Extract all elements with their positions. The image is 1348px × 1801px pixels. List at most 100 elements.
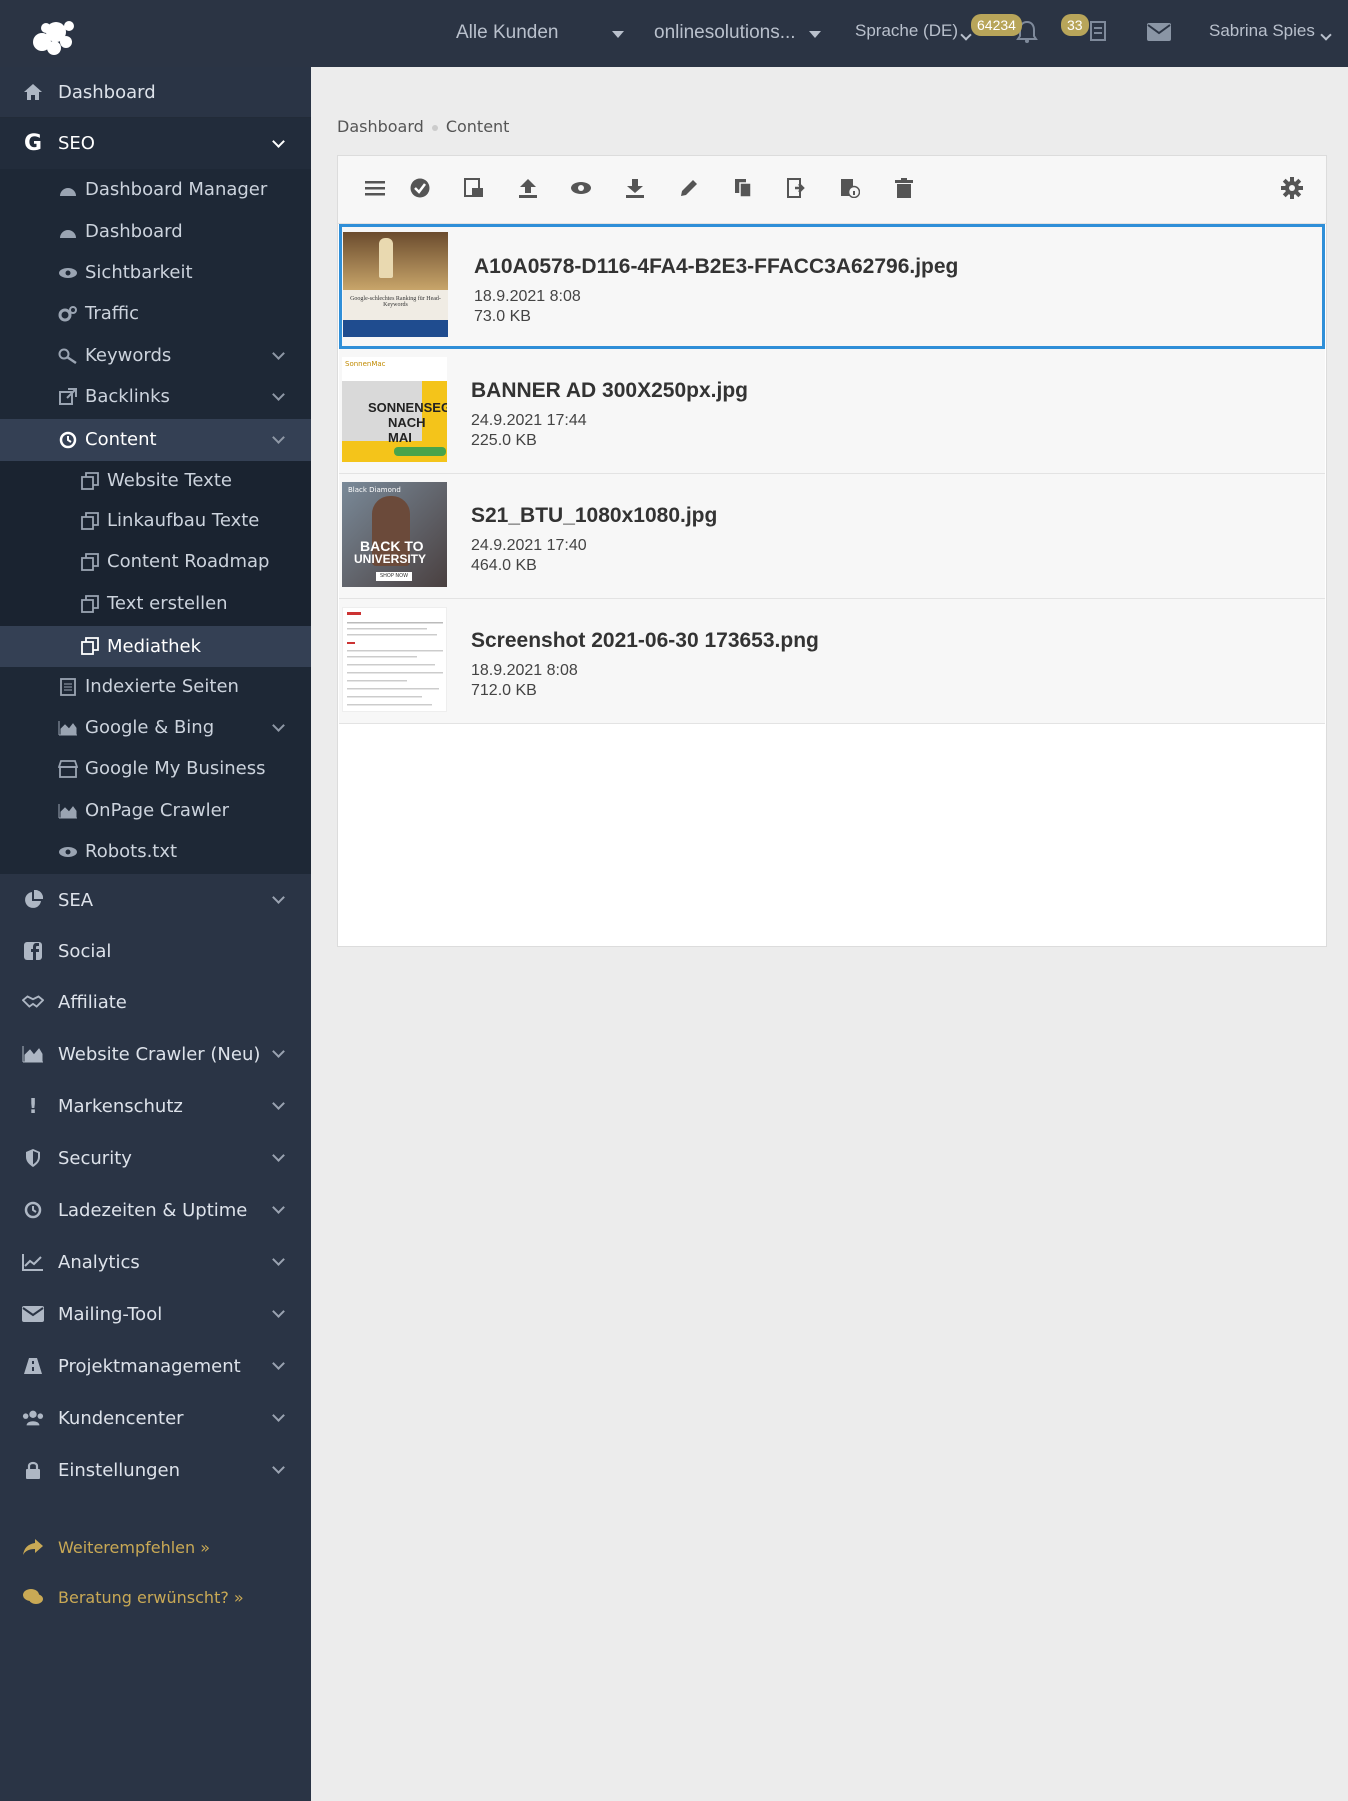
- sidebar-item-website-crawler[interactable]: Website Crawler (Neu): [0, 1031, 311, 1077]
- file-date: 24.9.2021 17:40: [471, 537, 587, 554]
- new-folder-icon[interactable]: [462, 176, 486, 200]
- sidebar-item-label: Security: [58, 1147, 132, 1169]
- media-toolbar: [338, 156, 1326, 224]
- breadcrumb-home[interactable]: Dashboard: [337, 117, 424, 136]
- upload-icon[interactable]: [516, 176, 540, 200]
- sidebar-item-seo-dashboard[interactable]: Dashboard: [0, 215, 311, 249]
- sidebar-item-dashboard[interactable]: Dashboard: [0, 67, 311, 118]
- file-name: S21_BTU_1080x1080.jpg: [471, 504, 718, 527]
- trash-icon[interactable]: [892, 176, 916, 200]
- file-info-icon[interactable]: [838, 176, 862, 200]
- check-circle-icon[interactable]: [408, 176, 432, 200]
- chevron-down-icon: [272, 1149, 285, 1162]
- sidebar-item-keywords[interactable]: Keywords: [0, 339, 311, 373]
- rename-pencil-icon[interactable]: [677, 176, 701, 200]
- customer-select-caret-icon[interactable]: [612, 31, 624, 38]
- sidebar-item-label: Text erstellen: [107, 593, 228, 614]
- sidebar-item-projektmanagement[interactable]: Projektmanagement: [0, 1343, 311, 1389]
- sidebar-link-weiterempfehlen[interactable]: Weiterempfehlen »: [0, 1526, 311, 1568]
- facebook-icon: [22, 940, 44, 962]
- sidebar-item-google-my-business[interactable]: Google My Business: [0, 752, 311, 786]
- sidebar-item-backlinks[interactable]: Backlinks: [0, 380, 311, 414]
- sidebar-item-einstellungen[interactable]: Einstellungen: [0, 1447, 311, 1493]
- sidebar-item-sichtbarkeit[interactable]: Sichtbarkeit: [0, 256, 311, 290]
- breadcrumb-current: Content: [445, 117, 510, 136]
- sidebar-item-content[interactable]: Content: [0, 419, 311, 461]
- sidebar-item-kundencenter[interactable]: Kundencenter: [0, 1395, 311, 1441]
- file-row[interactable]: Screenshot 2021-06-30 173653.png 18.9.20…: [339, 599, 1325, 724]
- sidebar-item-label: Affiliate: [58, 991, 127, 1013]
- thumbnail-text: UNIVERSITY: [354, 552, 427, 566]
- sidebar-item-label: Projektmanagement: [58, 1355, 241, 1377]
- sidebar-item-indexierte-seiten[interactable]: Indexierte Seiten: [0, 670, 311, 704]
- sidebar-item-social[interactable]: Social: [0, 928, 311, 974]
- file-name: BANNER AD 300X250px.jpg: [471, 379, 748, 402]
- sidebar-item-seo[interactable]: G SEO: [0, 118, 311, 169]
- sidebar-link-beratung[interactable]: Beratung erwünscht? »: [0, 1576, 311, 1618]
- move-file-icon[interactable]: [785, 176, 809, 200]
- download-icon[interactable]: [623, 176, 647, 200]
- road-icon: [22, 1355, 44, 1377]
- sidebar-item-label: Mediathek: [107, 636, 202, 657]
- sidebar-item-analytics[interactable]: Analytics: [0, 1239, 311, 1285]
- customer-select-value: Alle Kunden: [456, 22, 559, 43]
- sidebar-item-dashboard-manager[interactable]: Dashboard Manager: [0, 173, 311, 207]
- project-select[interactable]: onlinesolutions...: [654, 22, 796, 44]
- file-row[interactable]: Google-schlechtes Ranking für Head-Keywo…: [339, 224, 1325, 349]
- file-row[interactable]: Black Diamond BACK TO UNIVERSITY SHOP NO…: [339, 474, 1325, 599]
- project-select-caret-icon[interactable]: [809, 31, 821, 38]
- sidebar-item-ladezeiten[interactable]: Ladezeiten & Uptime: [0, 1187, 311, 1233]
- home-icon: [22, 81, 44, 103]
- notifications-badge: 64234: [971, 14, 1022, 36]
- sidebar-item-affiliate[interactable]: Affiliate: [0, 979, 311, 1025]
- sidebar-item-label: Dashboard: [58, 81, 156, 103]
- sidebar-item-traffic[interactable]: Traffic: [0, 297, 311, 331]
- breadcrumb-separator: [431, 124, 438, 131]
- customer-select[interactable]: Alle Kunden: [456, 22, 558, 44]
- exclamation-icon: !: [28, 1094, 38, 1118]
- sidebar-item-label: Backlinks: [85, 386, 170, 407]
- language-select[interactable]: Sprache (DE): [855, 21, 958, 41]
- sidebar-item-linkaufbau-texte[interactable]: Linkaufbau Texte: [0, 503, 311, 539]
- sidebar-item-label: Analytics: [58, 1251, 140, 1273]
- sidebar-item-mailing-tool[interactable]: Mailing-Tool: [0, 1291, 311, 1337]
- sidebar-item-website-texte[interactable]: Website Texte: [0, 463, 311, 499]
- sidebar-item-onpage-crawler[interactable]: OnPage Crawler: [0, 794, 311, 828]
- sidebar-item-mediathek[interactable]: Mediathek: [0, 626, 311, 667]
- user-menu[interactable]: Sabrina Spies: [1209, 21, 1315, 41]
- language-chevron-icon[interactable]: [960, 29, 972, 41]
- sidebar-item-text-erstellen[interactable]: Text erstellen: [0, 586, 311, 622]
- sidebar-item-label: Traffic: [85, 303, 140, 324]
- mail-icon[interactable]: [1147, 23, 1171, 41]
- thumbnail-text: Black Diamond: [348, 486, 401, 494]
- file-row[interactable]: SonnenMac SONNENSEGE NACH MAI BANNER AD …: [339, 349, 1325, 474]
- sidebar-item-label: SEA: [58, 889, 94, 911]
- menu-icon[interactable]: [363, 176, 387, 200]
- sidebar-item-content-roadmap[interactable]: Content Roadmap: [0, 544, 311, 580]
- sidebar-item-markenschutz[interactable]: ! Markenschutz: [0, 1083, 311, 1129]
- preview-eye-icon[interactable]: [569, 176, 593, 200]
- brand-logo[interactable]: [26, 14, 82, 58]
- chevron-down-icon: [272, 388, 285, 401]
- user-menu-chevron-icon[interactable]: [1320, 29, 1332, 41]
- sidebar-item-sea[interactable]: SEA: [0, 877, 311, 923]
- thumbnail-text: Google-schlechtes Ranking für Head-Keywo…: [350, 296, 441, 308]
- sidebar-item-security[interactable]: Security: [0, 1135, 311, 1181]
- sidebar-item-robots[interactable]: Robots.txt: [0, 835, 311, 869]
- sidebar-item-google-bing[interactable]: Google & Bing: [0, 711, 311, 745]
- chevron-down-icon: [272, 891, 285, 904]
- copy-icon[interactable]: [731, 176, 755, 200]
- sidebar-item-label: Ladezeiten & Uptime: [58, 1199, 248, 1221]
- tasks-icon[interactable]: [1088, 20, 1108, 42]
- sidebar-item-label: Website Crawler (Neu): [58, 1043, 261, 1065]
- sidebar-item-label: Social: [58, 940, 112, 962]
- sidebar-item-label: Linkaufbau Texte: [107, 510, 260, 531]
- tasks-badge: 33: [1061, 14, 1089, 36]
- settings-gear-icon[interactable]: [1280, 176, 1304, 200]
- user-name: Sabrina Spies: [1209, 21, 1315, 40]
- store-icon: [58, 759, 78, 779]
- external-link-icon: [58, 387, 78, 407]
- file-size: 712.0 KB: [471, 682, 537, 699]
- copy-icon: [80, 636, 100, 656]
- sidebar-item-label: Indexierte Seiten: [85, 676, 239, 697]
